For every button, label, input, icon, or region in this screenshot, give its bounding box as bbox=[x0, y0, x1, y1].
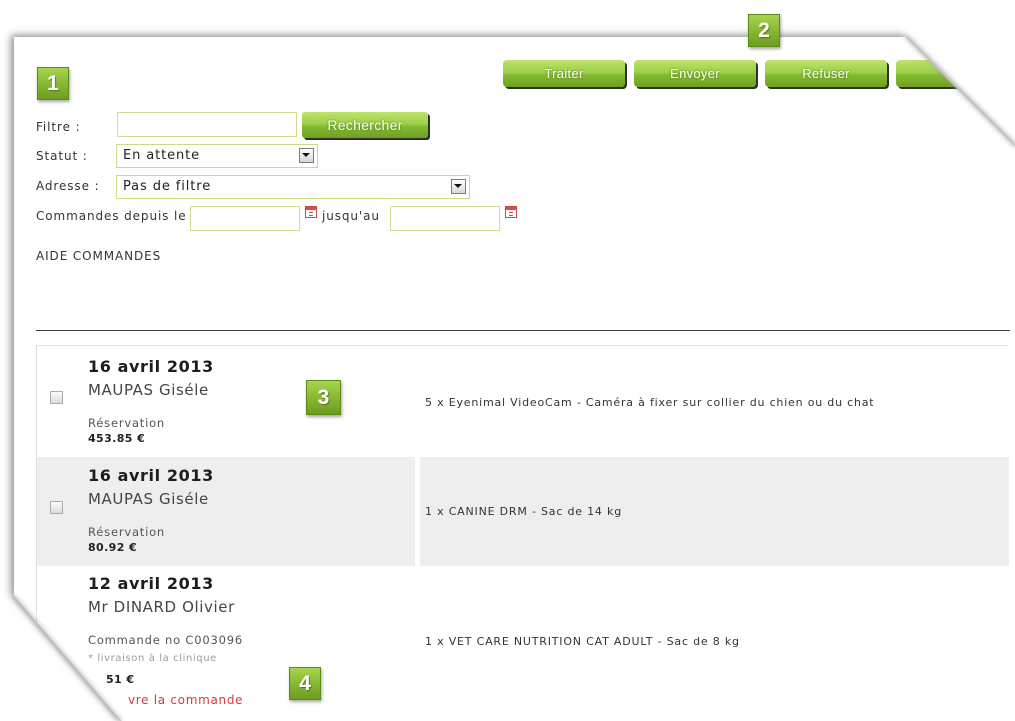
step-marker-1: 1 bbox=[37, 67, 69, 100]
step-marker-4: 4 bbox=[289, 667, 321, 700]
step-marker-3: 3 bbox=[306, 380, 341, 415]
fold-edge-bottom-left bbox=[13, 595, 122, 721]
step-marker-2: 2 bbox=[748, 14, 780, 47]
fold-edge-top-right bbox=[905, 36, 1015, 147]
page-fold-decoration bbox=[12, 35, 1015, 721]
